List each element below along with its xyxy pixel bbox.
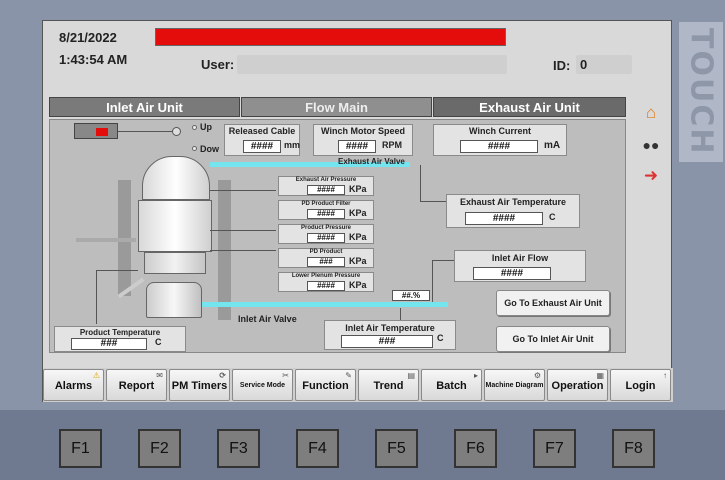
batch-button[interactable]: Batch ▸ bbox=[421, 369, 482, 401]
inlet-air-temperature-value: ### bbox=[341, 335, 433, 348]
winch-current-box: Winch Current #### mA bbox=[433, 124, 567, 156]
f8-key[interactable]: F8 bbox=[612, 429, 655, 468]
winch-motor bbox=[74, 123, 118, 139]
product-temperature-box: Product Temperature ### C bbox=[54, 326, 186, 352]
process-panel: Up Dow Released Cable #### mm Winch Moto… bbox=[49, 119, 626, 353]
brand-label: TOUCH bbox=[679, 22, 723, 162]
tab-exhaust-air-unit[interactable]: Exhaust Air Unit bbox=[433, 97, 626, 117]
pd-product-filter-value: #### bbox=[307, 209, 345, 219]
function-bar: Alarms ⚠ Report ✉ PM Timers ⟳ Service Mode ✂… bbox=[43, 368, 673, 402]
inlet-air-valve-label: Inlet Air Valve bbox=[238, 314, 297, 324]
pencil-icon: ✎ bbox=[345, 371, 352, 380]
f2-key[interactable]: F2 bbox=[138, 429, 181, 468]
login-button[interactable]: Login ↑ bbox=[610, 369, 671, 401]
exhaust-air-temperature-value: #### bbox=[465, 212, 543, 225]
operation-button[interactable]: Operation ▦ bbox=[547, 369, 608, 401]
tab-inlet-air-unit[interactable]: Inlet Air Unit bbox=[49, 97, 240, 117]
trend-button[interactable]: Trend ▤ bbox=[358, 369, 419, 401]
alarms-button[interactable]: Alarms ⚠ bbox=[43, 369, 104, 401]
released-cable-value: #### bbox=[243, 140, 281, 153]
exhaust-air-pressure-value: #### bbox=[307, 185, 345, 195]
pd-product-box: PD Product ### KPa bbox=[278, 248, 374, 268]
f7-key[interactable]: F7 bbox=[533, 429, 576, 468]
inlet-air-flow-value: #### bbox=[473, 267, 551, 280]
up-label: Up bbox=[200, 122, 212, 132]
goto-exhaust-air-unit-button[interactable]: Go To Exhaust Air Unit bbox=[496, 290, 610, 316]
arrow-up-icon: ↑ bbox=[663, 371, 667, 380]
date-display: 8/21/2022 bbox=[59, 30, 117, 45]
up-indicator bbox=[192, 125, 197, 130]
chart-icon: ▤ bbox=[407, 371, 415, 380]
lower-plenum-pressure-box: Lower Plenum Pressure #### KPa bbox=[278, 272, 374, 292]
f6-key[interactable]: F6 bbox=[454, 429, 497, 468]
winch-motor-speed-box: Winch Motor Speed #### RPM bbox=[313, 124, 413, 156]
hmi-screen: 8/21/2022 1:43:54 AM User: ID: 0 Inlet A… bbox=[42, 20, 673, 402]
user-label: User: bbox=[201, 57, 235, 72]
lower-plenum-pressure-value: #### bbox=[307, 281, 345, 291]
warning-icon: ⚠ bbox=[92, 371, 100, 380]
mail-icon: ✉ bbox=[156, 371, 163, 380]
goto-inlet-air-unit-button[interactable]: Go To Inlet Air Unit bbox=[496, 326, 610, 352]
vessel-body bbox=[138, 200, 212, 252]
inlet-air-flow-box: Inlet Air Flow #### bbox=[454, 250, 586, 282]
vessel-bottom bbox=[144, 252, 206, 274]
vessel-top bbox=[142, 156, 210, 200]
pd-product-filter-box: PD Product Filter #### KPa bbox=[278, 200, 374, 220]
pm-timers-button[interactable]: PM Timers ⟳ bbox=[169, 369, 230, 401]
function-button[interactable]: Function ✎ bbox=[295, 369, 356, 401]
product-pressure-box: Product Pressure #### KPa bbox=[278, 224, 374, 244]
logout-icon[interactable]: ➜ bbox=[639, 164, 663, 188]
inlet-valve-percent: ##.% bbox=[392, 290, 430, 301]
product-pressure-value: #### bbox=[307, 233, 345, 243]
scissors-icon: ✂ bbox=[282, 371, 289, 380]
f4-key[interactable]: F4 bbox=[296, 429, 339, 468]
play-icon: ▸ bbox=[473, 371, 478, 380]
f1-key[interactable]: F1 bbox=[59, 429, 102, 468]
service-mode-button[interactable]: Service Mode ✂ bbox=[232, 369, 293, 401]
released-cable-box: Released Cable #### mm bbox=[224, 124, 300, 156]
f5-key[interactable]: F5 bbox=[375, 429, 418, 468]
tab-flow-main[interactable]: Flow Main bbox=[241, 97, 432, 117]
inlet-pipe bbox=[202, 302, 448, 307]
grid-icon: ▦ bbox=[596, 371, 604, 380]
pulley-icon bbox=[172, 127, 181, 136]
alarm-status-bar[interactable] bbox=[155, 28, 506, 46]
users-icon[interactable]: ●● bbox=[639, 133, 663, 157]
exhaust-air-pressure-box: Exhaust Air Pressure #### KPa bbox=[278, 176, 374, 196]
pd-product-value: ### bbox=[307, 257, 345, 267]
id-label: ID: bbox=[553, 58, 571, 73]
home-icon[interactable]: ⌂ bbox=[639, 101, 663, 125]
down-label: Dow bbox=[200, 144, 219, 154]
winch-motor-speed-value: #### bbox=[338, 140, 376, 153]
time-display: 1:43:54 AM bbox=[59, 52, 128, 67]
report-button[interactable]: Report ✉ bbox=[106, 369, 167, 401]
machine-icon: ⚙ bbox=[533, 371, 541, 380]
machine-diagram-button[interactable]: Machine Diagram ⚙ bbox=[484, 369, 545, 401]
refresh-icon: ⟳ bbox=[219, 371, 226, 380]
user-field[interactable] bbox=[237, 55, 507, 74]
winch-current-value: #### bbox=[460, 140, 538, 153]
exhaust-air-valve-label: Exhaust Air Valve bbox=[338, 157, 405, 166]
product-container bbox=[146, 282, 202, 318]
id-field[interactable]: 0 bbox=[576, 55, 632, 74]
down-indicator bbox=[192, 146, 197, 151]
f3-key[interactable]: F3 bbox=[217, 429, 260, 468]
product-temperature-value: ### bbox=[71, 338, 147, 350]
exhaust-air-temperature-box: Exhaust Air Temperature #### C bbox=[446, 194, 580, 228]
inlet-air-temperature-box: Inlet Air Temperature ### C bbox=[324, 320, 456, 350]
